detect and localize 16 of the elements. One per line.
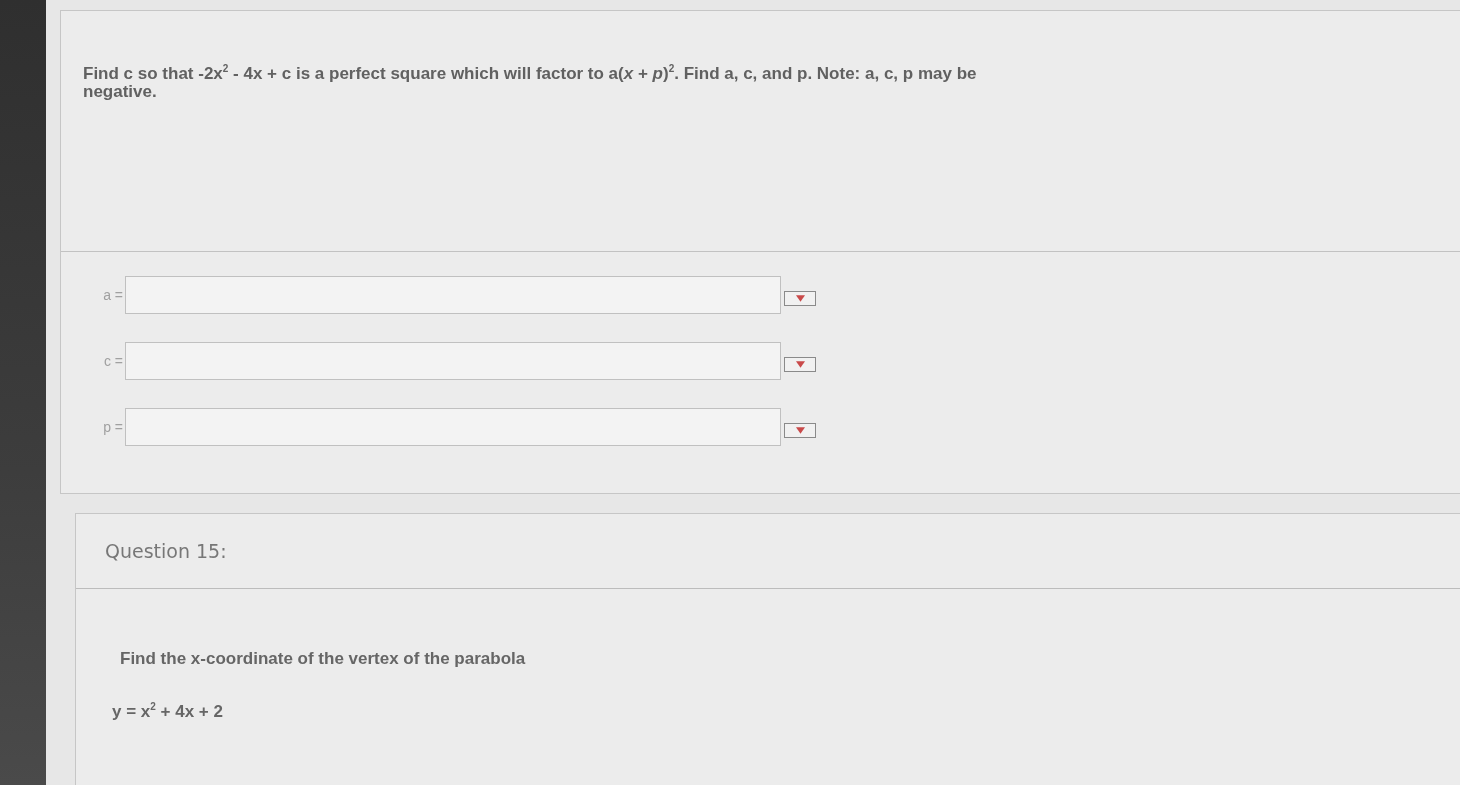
equation-text: y = x$^{2}$ + 4x + 2	[112, 702, 224, 722]
answer-field[interactable]	[125, 408, 781, 446]
answer-label: p =	[102, 419, 124, 435]
question-text: Find the x-coordinate of the vertex of the parabola	[120, 649, 527, 669]
answer-label: a =	[102, 287, 124, 303]
answer-field[interactable]	[125, 342, 781, 380]
dropdown-button[interactable]	[784, 422, 816, 438]
dropdown-button[interactable]	[784, 290, 816, 306]
answer-label: c =	[102, 353, 124, 369]
caret-icon	[795, 426, 805, 434]
answer-field[interactable]	[125, 276, 781, 314]
caret-icon	[795, 360, 805, 368]
dropdown-button[interactable]	[784, 356, 816, 372]
caret-icon	[795, 294, 805, 302]
question-heading: Question 15:	[105, 540, 227, 562]
question-text: Find c so that -2x$^{2}$ - 4x + c is a perfect square which will factor to a(x + p)$^{2}$. Find a, c, and p. Note: a, c, p may be negative.	[83, 65, 978, 101]
